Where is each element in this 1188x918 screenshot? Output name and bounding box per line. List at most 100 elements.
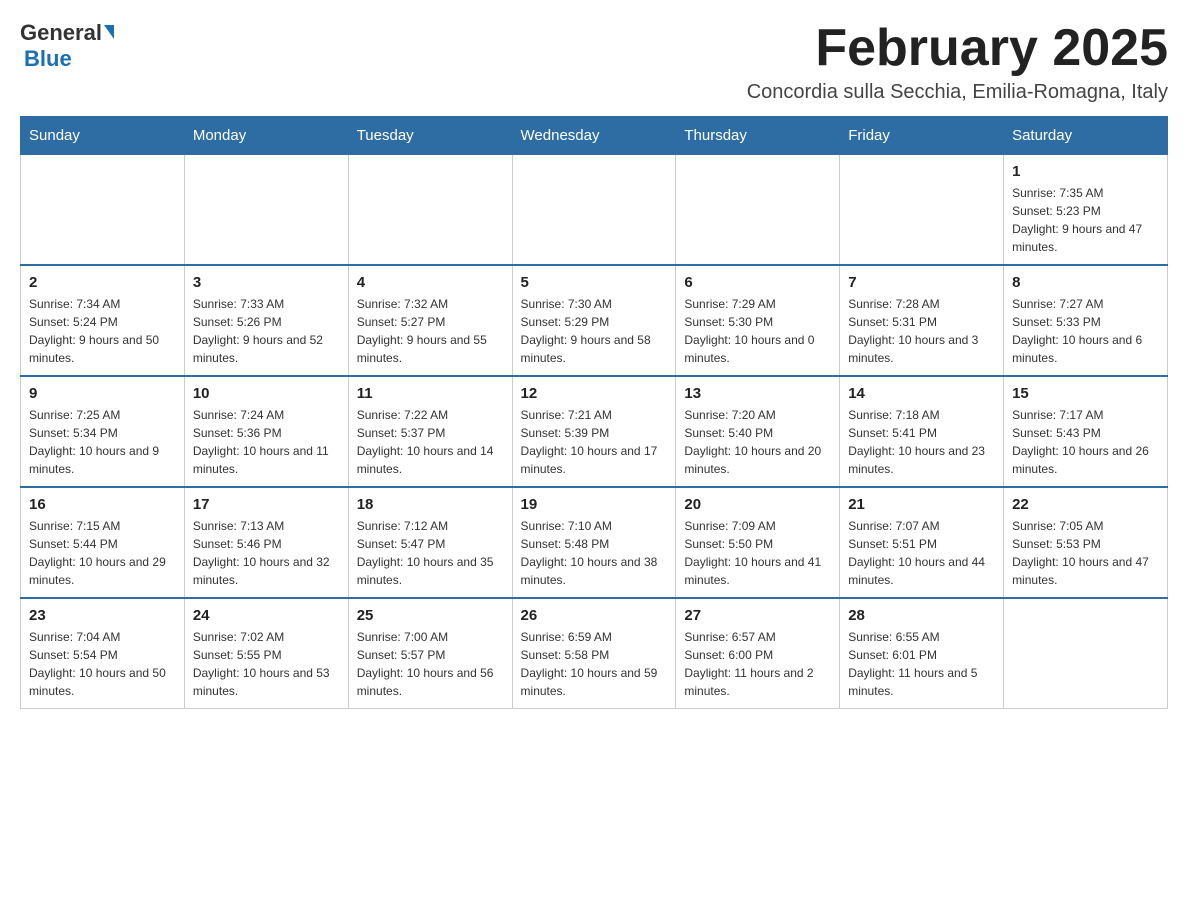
calendar-day-cell	[184, 155, 348, 266]
calendar-day-cell: 13 Sunrise: 7:20 AM Sunset: 5:40 PM Dayli…	[676, 376, 840, 487]
column-header-friday: Friday	[840, 117, 1004, 155]
column-header-sunday: Sunday	[21, 117, 185, 155]
calendar-day-cell: 8 Sunrise: 7:27 AM Sunset: 5:33 PM Daylig…	[1004, 265, 1168, 376]
day-info: Sunrise: 6:59 AM Sunset: 5:58 PM Dayligh…	[521, 628, 668, 700]
day-number: 11	[357, 385, 504, 402]
calendar-day-cell: 24 Sunrise: 7:02 AM Sunset: 5:55 PM Dayli…	[184, 598, 348, 709]
day-info: Sunrise: 7:09 AM Sunset: 5:50 PM Dayligh…	[684, 517, 831, 589]
day-info: Sunrise: 7:27 AM Sunset: 5:33 PM Dayligh…	[1012, 295, 1159, 367]
day-number: 23	[29, 607, 176, 624]
calendar-day-cell: 4 Sunrise: 7:32 AM Sunset: 5:27 PM Daylig…	[348, 265, 512, 376]
day-number: 13	[684, 385, 831, 402]
day-number: 4	[357, 274, 504, 291]
column-header-thursday: Thursday	[676, 117, 840, 155]
day-number: 5	[521, 274, 668, 291]
calendar-day-cell	[840, 155, 1004, 266]
day-number: 16	[29, 496, 176, 513]
day-number: 10	[193, 385, 340, 402]
calendar-day-cell: 12 Sunrise: 7:21 AM Sunset: 5:39 PM Dayli…	[512, 376, 676, 487]
day-number: 15	[1012, 385, 1159, 402]
calendar-week-row: 23 Sunrise: 7:04 AM Sunset: 5:54 PM Dayli…	[21, 598, 1168, 709]
logo-blue-text: Blue	[24, 46, 72, 71]
calendar-day-cell: 28 Sunrise: 6:55 AM Sunset: 6:01 PM Dayli…	[840, 598, 1004, 709]
day-number: 2	[29, 274, 176, 291]
day-info: Sunrise: 7:30 AM Sunset: 5:29 PM Dayligh…	[521, 295, 668, 367]
calendar-subtitle: Concordia sulla Secchia, Emilia-Romagna,…	[747, 81, 1168, 104]
day-number: 19	[521, 496, 668, 513]
day-info: Sunrise: 7:21 AM Sunset: 5:39 PM Dayligh…	[521, 406, 668, 478]
day-info: Sunrise: 7:33 AM Sunset: 5:26 PM Dayligh…	[193, 295, 340, 367]
day-info: Sunrise: 7:24 AM Sunset: 5:36 PM Dayligh…	[193, 406, 340, 478]
calendar-day-cell: 2 Sunrise: 7:34 AM Sunset: 5:24 PM Daylig…	[21, 265, 185, 376]
day-info: Sunrise: 7:34 AM Sunset: 5:24 PM Dayligh…	[29, 295, 176, 367]
day-info: Sunrise: 7:25 AM Sunset: 5:34 PM Dayligh…	[29, 406, 176, 478]
day-number: 9	[29, 385, 176, 402]
day-info: Sunrise: 7:20 AM Sunset: 5:40 PM Dayligh…	[684, 406, 831, 478]
calendar-header-row: SundayMondayTuesdayWednesdayThursdayFrid…	[21, 117, 1168, 155]
day-info: Sunrise: 7:18 AM Sunset: 5:41 PM Dayligh…	[848, 406, 995, 478]
calendar-title: February 2025	[747, 20, 1168, 77]
day-number: 24	[193, 607, 340, 624]
day-number: 12	[521, 385, 668, 402]
day-info: Sunrise: 7:05 AM Sunset: 5:53 PM Dayligh…	[1012, 517, 1159, 589]
day-number: 21	[848, 496, 995, 513]
day-number: 1	[1012, 163, 1159, 180]
column-header-wednesday: Wednesday	[512, 117, 676, 155]
day-info: Sunrise: 7:32 AM Sunset: 5:27 PM Dayligh…	[357, 295, 504, 367]
day-info: Sunrise: 6:55 AM Sunset: 6:01 PM Dayligh…	[848, 628, 995, 700]
day-number: 6	[684, 274, 831, 291]
calendar-week-row: 1 Sunrise: 7:35 AM Sunset: 5:23 PM Daylig…	[21, 155, 1168, 266]
day-info: Sunrise: 7:12 AM Sunset: 5:47 PM Dayligh…	[357, 517, 504, 589]
logo-general-text: General	[20, 20, 102, 46]
logo-triangle-icon	[104, 25, 114, 39]
day-info: Sunrise: 7:35 AM Sunset: 5:23 PM Dayligh…	[1012, 184, 1159, 256]
day-number: 8	[1012, 274, 1159, 291]
calendar-day-cell: 7Sunrise: 7:28 AM Sunset: 5:31 PM Daylig…	[840, 265, 1004, 376]
calendar-day-cell: 21 Sunrise: 7:07 AM Sunset: 5:51 PM Dayli…	[840, 487, 1004, 598]
title-area: February 2025 Concordia sulla Secchia, E…	[747, 20, 1168, 104]
calendar-day-cell: 14 Sunrise: 7:18 AM Sunset: 5:41 PM Dayli…	[840, 376, 1004, 487]
day-number: 22	[1012, 496, 1159, 513]
calendar-day-cell	[1004, 598, 1168, 709]
calendar-day-cell: 15 Sunrise: 7:17 AM Sunset: 5:43 PM Dayli…	[1004, 376, 1168, 487]
calendar-table: SundayMondayTuesdayWednesdayThursdayFrid…	[20, 116, 1168, 709]
calendar-week-row: 9 Sunrise: 7:25 AM Sunset: 5:34 PM Daylig…	[21, 376, 1168, 487]
logo: General Blue	[20, 20, 114, 72]
calendar-day-cell: 10 Sunrise: 7:24 AM Sunset: 5:36 PM Dayli…	[184, 376, 348, 487]
day-info: Sunrise: 7:04 AM Sunset: 5:54 PM Dayligh…	[29, 628, 176, 700]
day-info: Sunrise: 7:29 AM Sunset: 5:30 PM Dayligh…	[684, 295, 831, 367]
day-number: 17	[193, 496, 340, 513]
day-number: 20	[684, 496, 831, 513]
calendar-day-cell	[21, 155, 185, 266]
column-header-monday: Monday	[184, 117, 348, 155]
calendar-day-cell: 22 Sunrise: 7:05 AM Sunset: 5:53 PM Dayli…	[1004, 487, 1168, 598]
day-info: Sunrise: 7:10 AM Sunset: 5:48 PM Dayligh…	[521, 517, 668, 589]
day-number: 14	[848, 385, 995, 402]
calendar-day-cell	[512, 155, 676, 266]
day-info: Sunrise: 6:57 AM Sunset: 6:00 PM Dayligh…	[684, 628, 831, 700]
day-number: 7	[848, 274, 995, 291]
calendar-day-cell: 5 Sunrise: 7:30 AM Sunset: 5:29 PM Daylig…	[512, 265, 676, 376]
calendar-day-cell: 18 Sunrise: 7:12 AM Sunset: 5:47 PM Dayli…	[348, 487, 512, 598]
day-info: Sunrise: 7:00 AM Sunset: 5:57 PM Dayligh…	[357, 628, 504, 700]
day-info: Sunrise: 7:17 AM Sunset: 5:43 PM Dayligh…	[1012, 406, 1159, 478]
calendar-day-cell: 3 Sunrise: 7:33 AM Sunset: 5:26 PM Daylig…	[184, 265, 348, 376]
calendar-day-cell: 1 Sunrise: 7:35 AM Sunset: 5:23 PM Daylig…	[1004, 155, 1168, 266]
calendar-day-cell: 25 Sunrise: 7:00 AM Sunset: 5:57 PM Dayli…	[348, 598, 512, 709]
calendar-day-cell: 11 Sunrise: 7:22 AM Sunset: 5:37 PM Dayli…	[348, 376, 512, 487]
day-number: 25	[357, 607, 504, 624]
day-number: 18	[357, 496, 504, 513]
day-info: Sunrise: 7:07 AM Sunset: 5:51 PM Dayligh…	[848, 517, 995, 589]
day-info: Sunrise: 7:22 AM Sunset: 5:37 PM Dayligh…	[357, 406, 504, 478]
calendar-day-cell: 23 Sunrise: 7:04 AM Sunset: 5:54 PM Dayli…	[21, 598, 185, 709]
day-number: 3	[193, 274, 340, 291]
day-number: 28	[848, 607, 995, 624]
day-info: Sunrise: 7:02 AM Sunset: 5:55 PM Dayligh…	[193, 628, 340, 700]
calendar-day-cell	[348, 155, 512, 266]
calendar-day-cell	[676, 155, 840, 266]
day-number: 26	[521, 607, 668, 624]
calendar-day-cell: 19 Sunrise: 7:10 AM Sunset: 5:48 PM Dayli…	[512, 487, 676, 598]
day-number: 27	[684, 607, 831, 624]
calendar-day-cell: 20 Sunrise: 7:09 AM Sunset: 5:50 PM Dayli…	[676, 487, 840, 598]
calendar-day-cell: 6 Sunrise: 7:29 AM Sunset: 5:30 PM Daylig…	[676, 265, 840, 376]
